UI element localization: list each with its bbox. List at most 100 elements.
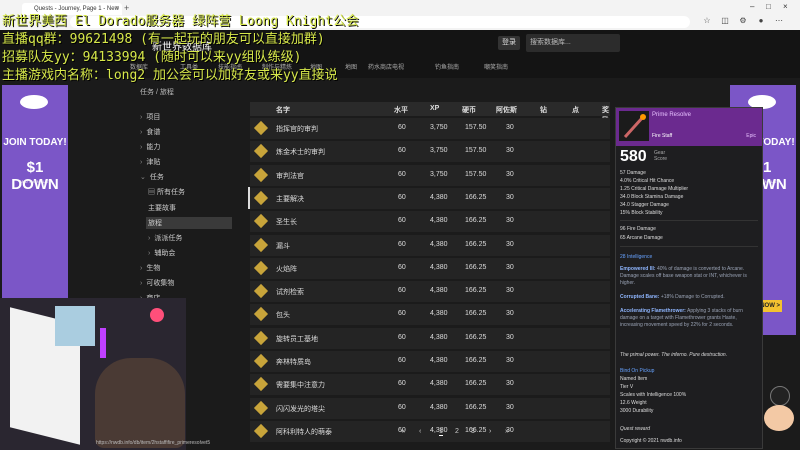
- quest-xp: 4,380: [430, 217, 448, 225]
- sidebar-item[interactable]: › 项目: [140, 112, 160, 122]
- table-row[interactable]: 试剂检索 60 4,380 166.25 30: [250, 281, 610, 304]
- table-row[interactable]: 闪闪发光的塔尖 60 4,380 166.25 30: [250, 397, 610, 420]
- sidebar-subitem[interactable]: › 辅助会: [148, 248, 175, 258]
- quest-name[interactable]: 火焰阵: [276, 264, 297, 274]
- favorites-icon[interactable]: ☆: [702, 16, 712, 26]
- item-name: Prime Resolve: [652, 112, 692, 118]
- quest-azoth: 30: [506, 403, 514, 411]
- item-tooltip-card: Prime Resolve Fire Staff Epic 580 Gear Sc…: [615, 107, 763, 449]
- quest-name[interactable]: 炼金术士的审判: [276, 147, 325, 157]
- table-row[interactable]: 圣生长 60 4,380 166.25 30: [250, 211, 610, 234]
- table-row[interactable]: 炼金术士的审判 60 3,750 157.50 30: [250, 141, 610, 164]
- quest-icon: [253, 423, 269, 438]
- quest-coin: 157.50: [465, 124, 487, 131]
- copyright: Copyright © 2021 nwdb.info: [620, 438, 682, 444]
- nav-item[interactable]: 嘲笑指南: [484, 62, 508, 71]
- profile-icon[interactable]: ●: [756, 16, 766, 26]
- sidebar-subitem[interactable]: ▤ 所有任务: [148, 187, 185, 197]
- nav-item[interactable]: 药水商店电视: [368, 62, 404, 71]
- quest-name[interactable]: 包头: [276, 310, 290, 320]
- column-header-level[interactable]: 水平: [394, 105, 408, 115]
- page-1-button[interactable]: 1: [439, 428, 443, 436]
- table-row[interactable]: 审判法官 60 3,750 157.50 30: [250, 164, 610, 187]
- last-page-icon[interactable]: »: [505, 428, 509, 435]
- quest-name[interactable]: 圣生长: [276, 217, 297, 227]
- quest-name[interactable]: 需要集中注意力: [276, 380, 325, 390]
- fire-damage-line: 96 Fire Damage: [620, 226, 656, 232]
- quest-name[interactable]: 指挥官的审判: [276, 124, 318, 134]
- page-3-button[interactable]: 3: [471, 428, 475, 435]
- column-header-point[interactable]: 点: [572, 105, 579, 115]
- table-row[interactable]: 阿科利特人的萌泰 60 4,380 166.25 30: [250, 420, 610, 443]
- tier: Tier V: [620, 384, 634, 390]
- breadcrumb[interactable]: 任务 / 旅程: [140, 87, 174, 97]
- quest-azoth: 30: [506, 310, 514, 318]
- collections-icon[interactable]: ◫: [720, 16, 730, 26]
- quest-level: 60: [398, 310, 406, 318]
- quest-name[interactable]: 试剂检索: [276, 287, 304, 297]
- sidebar-item[interactable]: › 食谱: [140, 127, 160, 137]
- quest-name[interactable]: 审判法官: [276, 171, 304, 181]
- quest-level: 60: [398, 147, 406, 155]
- sidebar-subitem[interactable]: › 派派任务: [148, 233, 182, 243]
- sidebar-subitem-active[interactable]: 旅程: [146, 217, 232, 229]
- gear-score: 580: [620, 148, 647, 165]
- column-header-name[interactable]: 名字: [276, 105, 290, 115]
- quest-azoth: 30: [506, 193, 514, 201]
- table-row[interactable]: 包头 60 4,380 166.25 30: [250, 304, 610, 327]
- column-header-azoth[interactable]: 阿佐斯: [496, 105, 517, 115]
- quest-name[interactable]: 旋转员工基地: [276, 334, 318, 344]
- table-row[interactable]: 需要集中注意力 60 4,380 166.25 30: [250, 374, 610, 397]
- column-header-drill[interactable]: 钻: [540, 105, 547, 115]
- quest-name[interactable]: 漏斗: [276, 241, 290, 251]
- minimize-icon[interactable]: –: [750, 2, 754, 11]
- table-row[interactable]: 漏斗 60 4,380 166.25 30: [250, 234, 610, 257]
- sidebar-item[interactable]: › 能力: [140, 142, 160, 152]
- table-row[interactable]: 主要解决 60 4,380 166.25 30: [250, 187, 610, 210]
- login-button[interactable]: 登录: [498, 36, 520, 50]
- quest-xp: 4,380: [430, 287, 448, 295]
- quest-name[interactable]: 主要解决: [276, 194, 304, 204]
- quest-level: 60: [398, 380, 406, 388]
- sidebar-item[interactable]: ⌄ 任务: [140, 172, 164, 182]
- nav-item[interactable]: 钓鱼指南: [435, 62, 459, 71]
- quest-level: 60: [398, 217, 406, 225]
- search-input[interactable]: 搜索数据库...: [526, 34, 620, 52]
- quest-name[interactable]: 奔林特质岛: [276, 357, 311, 367]
- quest-azoth: 30: [506, 287, 514, 295]
- extensions-icon[interactable]: ⚙: [738, 16, 748, 26]
- page-2-button[interactable]: 2: [455, 428, 459, 435]
- table-row[interactable]: 指挥官的审判 60 3,750 157.50 30: [250, 118, 610, 140]
- next-page-icon[interactable]: ›: [489, 428, 491, 435]
- sidebar-item[interactable]: › 津贴: [140, 157, 160, 167]
- table-row[interactable]: 火焰阵 60 4,380 166.25 30: [250, 257, 610, 280]
- stat-line: 57 Damage: [620, 170, 646, 176]
- quest-azoth: 30: [506, 357, 514, 364]
- overlay-text: 新世界美西 El Dorado服务器 绿阵营 Loong Knight公会: [2, 14, 359, 29]
- table-row[interactable]: 旋转员工基地 60 4,380 166.25 30: [250, 327, 610, 350]
- sidebar-item[interactable]: › 可收集物: [140, 278, 174, 288]
- sidebar-item[interactable]: › 生物: [140, 263, 160, 273]
- quest-name[interactable]: 阿科利特人的萌泰: [276, 427, 332, 437]
- flavor-text: The primal power. The inferno. Pure dest…: [620, 352, 728, 358]
- quest-coin: 166.25: [465, 193, 487, 201]
- maximize-icon[interactable]: □: [766, 2, 771, 11]
- sidebar: › 项目 › 食谱 › 能力 › 津贴 ⌄ 任务 ▤ 所有任务 主要故事 旅程 › 派派任务…: [130, 104, 232, 304]
- prev-page-icon[interactable]: ‹: [419, 428, 421, 435]
- first-page-icon[interactable]: «: [401, 428, 405, 435]
- menu-icon[interactable]: ⋯: [774, 16, 784, 26]
- overlay-text: 直播qq群：99621498 (有一起玩的朋友可以直接加群): [2, 32, 325, 47]
- nav-item[interactable]: 地图: [345, 62, 357, 71]
- column-header-coin[interactable]: 硬币: [462, 105, 476, 115]
- quest-azoth: 30: [506, 380, 514, 388]
- quest-name[interactable]: 闪闪发光的塔尖: [276, 404, 325, 414]
- table-row[interactable]: 奔林特质岛 60 4,380 166.25 30: [250, 351, 610, 373]
- quest-icon: [253, 330, 269, 345]
- obs-icon[interactable]: [770, 386, 790, 406]
- column-header-xp[interactable]: XP: [430, 105, 439, 112]
- quest-icon: [253, 167, 269, 182]
- window-close-icon[interactable]: ×: [783, 2, 788, 11]
- sidebar-subitem[interactable]: 主要故事: [148, 203, 176, 213]
- ad-logo: [20, 95, 48, 109]
- perk-accelerating-flamethrower: Accelerating Flamethrower: Applying 3 st…: [620, 308, 743, 328]
